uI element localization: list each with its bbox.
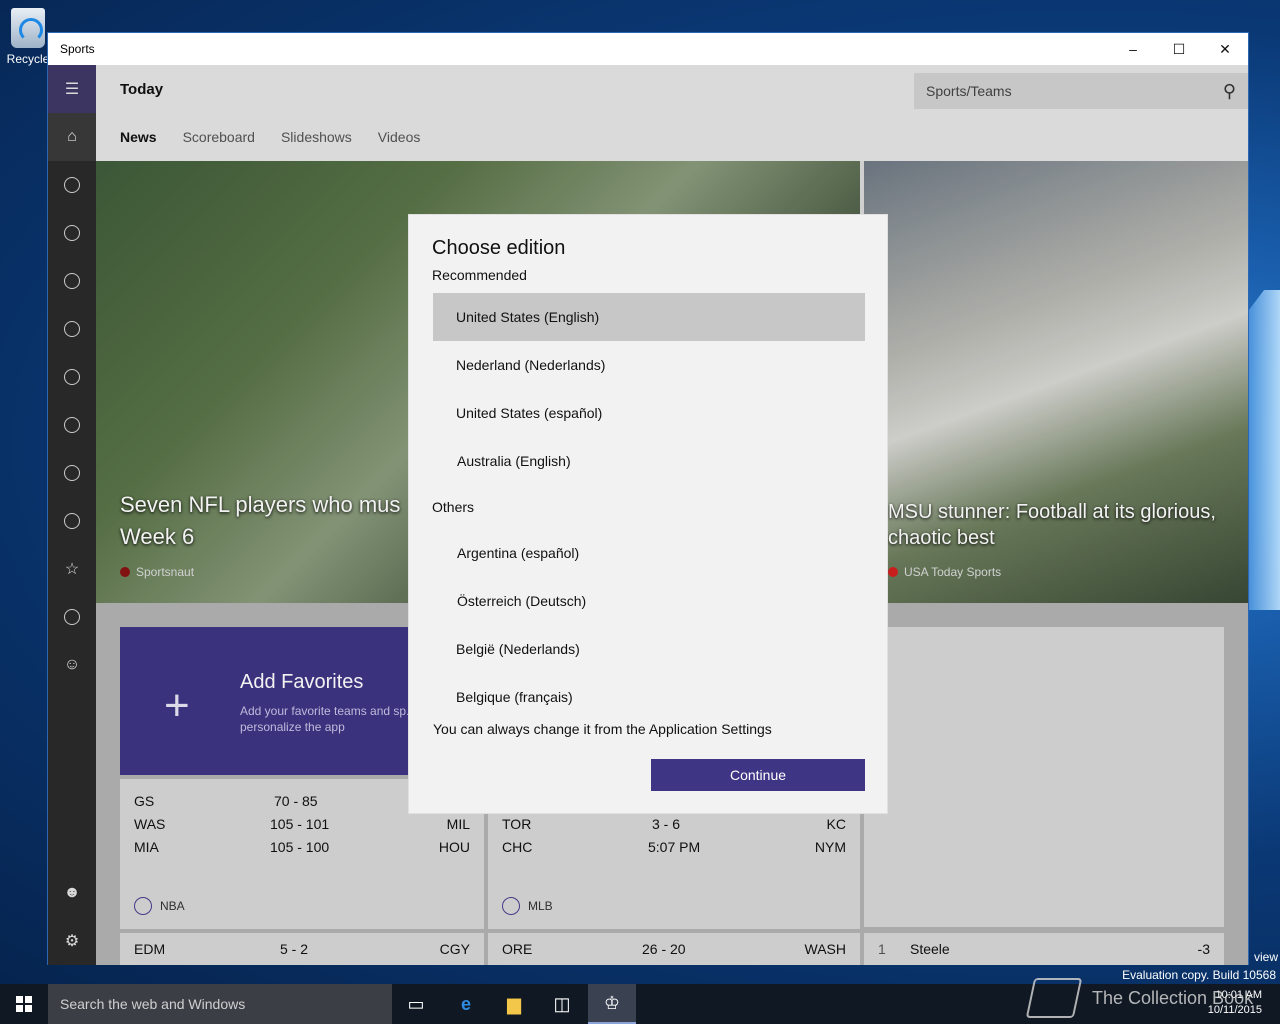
dialog-note: You can always change it from the Applic… — [433, 721, 772, 737]
continue-button[interactable]: Continue — [651, 759, 865, 791]
windows-logo-icon — [16, 996, 32, 1012]
dialog-title: Choose edition — [432, 237, 566, 259]
minimize-button[interactable]: – — [1110, 33, 1156, 65]
file-explorer-icon[interactable]: ▆ — [490, 984, 538, 1024]
edition-option-be-fr[interactable]: Belgique (français) — [433, 673, 865, 721]
watermark-text: The Collection Book — [1092, 988, 1254, 1008]
book-watermark-icon — [1025, 978, 1083, 1018]
task-view-icon[interactable]: ▭ — [392, 984, 440, 1024]
recycle-bin-label: Recycle — [6, 52, 50, 66]
store-icon[interactable]: ◫ — [538, 984, 586, 1024]
preview-watermark: view — [1253, 950, 1278, 964]
edition-option-us-english[interactable]: United States (English) — [433, 293, 865, 341]
window-title: Sports — [60, 42, 95, 56]
recycle-bin-graphic — [11, 8, 45, 48]
edition-option-ar[interactable]: Argentina (español) — [433, 529, 865, 577]
close-button[interactable]: ✕ — [1202, 33, 1248, 65]
edition-option-us-spanish[interactable]: United States (español) — [433, 389, 865, 437]
choose-edition-dialog: Choose edition Recommended United States… — [408, 214, 888, 814]
edition-option-at[interactable]: Österreich (Deutsch) — [433, 577, 865, 625]
maximize-button[interactable]: ☐ — [1156, 33, 1202, 65]
edition-option-au[interactable]: Australia (English) — [433, 437, 865, 485]
edge-browser-icon[interactable]: e — [442, 984, 490, 1024]
taskbar-search-input[interactable]: Search the web and Windows — [48, 984, 392, 1024]
edition-option-be-nl[interactable]: België (Nederlands) — [433, 625, 865, 673]
start-button[interactable] — [0, 984, 48, 1024]
edition-option-nl[interactable]: Nederland (Nederlands) — [433, 341, 865, 389]
watermark: The Collection Book — [1025, 976, 1280, 1022]
title-bar[interactable]: Sports – ☐ ✕ — [48, 33, 1248, 65]
recycle-bin-icon[interactable]: Recycle — [4, 8, 52, 66]
sports-app-taskbar-icon[interactable]: ♔ — [588, 984, 636, 1024]
recommended-heading: Recommended — [432, 267, 527, 283]
others-heading: Others — [432, 499, 475, 515]
